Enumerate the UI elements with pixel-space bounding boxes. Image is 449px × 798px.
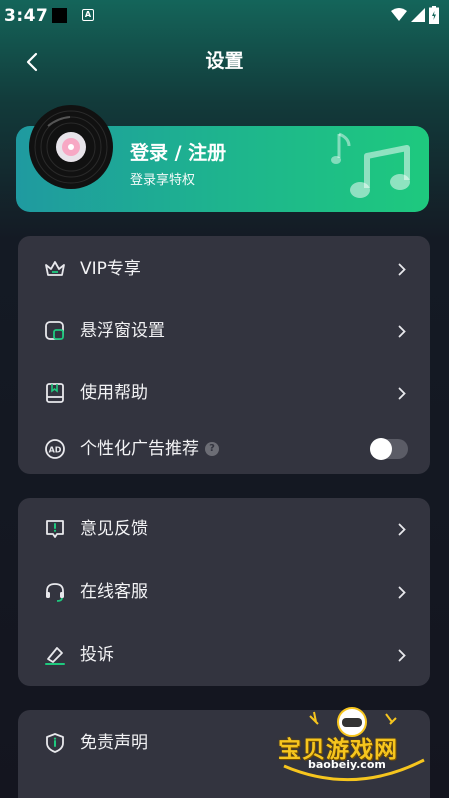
settings-group-2: 意见反馈 在线客服 投诉 (18, 498, 430, 686)
login-title: 登录 / 注册 (130, 142, 227, 164)
wifi-icon (391, 8, 407, 21)
row-label-feedback: 意见反馈 (80, 519, 148, 539)
chevron-right-icon (396, 324, 408, 338)
ad-icon: AD (42, 436, 68, 462)
personalized-ads-toggle[interactable] (370, 438, 408, 460)
page-title: 设置 (205, 50, 244, 72)
row-help[interactable]: 使用帮助 (18, 368, 430, 418)
row-label-complaint: 投诉 (80, 645, 114, 665)
row-floating-window[interactable]: 悬浮窗设置 (18, 306, 430, 356)
login-banner[interactable]: 登录 / 注册 登录享特权 (16, 105, 429, 212)
chevron-right-icon (396, 262, 408, 276)
watermark-en-text: baobeiy.com (308, 758, 386, 771)
shield-info-icon (42, 730, 68, 756)
login-subtitle: 登录享特权 (130, 173, 196, 188)
row-label-personalized-ads: 个性化广告推荐? (80, 437, 219, 461)
floating-window-icon (42, 318, 68, 344)
row-label-help: 使用帮助 (80, 383, 148, 403)
row-label-vip: VIP专享 (80, 259, 141, 279)
chevron-right-icon (396, 386, 408, 400)
row-vip[interactable]: VIP专享 (18, 244, 430, 294)
chevron-right-icon (396, 585, 408, 599)
chevron-right-icon (396, 522, 408, 536)
status-time: 3:47 (4, 6, 49, 26)
row-complaint[interactable]: 投诉 (18, 630, 430, 680)
crown-icon (42, 256, 68, 282)
personalized-ads-text: 个性化广告推荐 (80, 439, 199, 459)
chevron-right-icon (396, 648, 408, 662)
battery-icon (429, 6, 439, 24)
svg-text:AD: AD (49, 446, 62, 455)
music-notes-icon (350, 145, 410, 198)
help-book-icon (42, 380, 68, 406)
headset-icon (42, 579, 68, 605)
toggle-knob (370, 438, 392, 460)
question-mark-icon[interactable]: ? (205, 442, 219, 456)
feedback-icon (42, 516, 68, 542)
row-label-disclaimer: 免责声明 (80, 733, 148, 753)
watermark-logo: 宝贝游戏网 baobeiy.com (274, 704, 434, 786)
row-label-floating-window: 悬浮窗设置 (80, 321, 165, 341)
row-personalized-ads: AD 个性化广告推荐? (18, 424, 430, 474)
row-feedback[interactable]: 意见反馈 (18, 504, 430, 554)
status-bar: 3:47 A (0, 0, 449, 30)
settings-group-1: VIP专享 悬浮窗设置 使用帮助 AD 个性化广告推荐? (18, 236, 430, 474)
row-customer-service[interactable]: 在线客服 (18, 567, 430, 617)
vinyl-record-icon (29, 105, 113, 189)
a-notification-icon: A (82, 9, 94, 21)
complaint-icon (42, 642, 68, 668)
notification-icon (52, 8, 67, 23)
row-label-customer-service: 在线客服 (80, 582, 148, 602)
status-icons (391, 6, 439, 24)
signal-icon (411, 8, 425, 22)
